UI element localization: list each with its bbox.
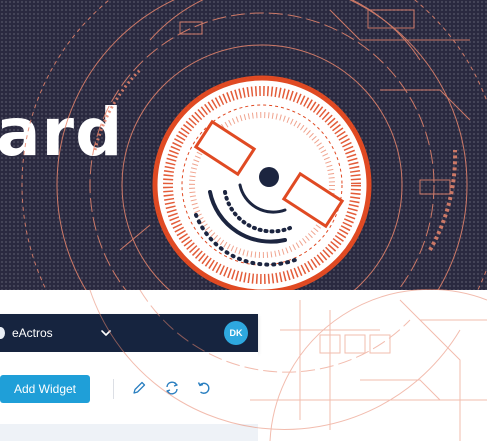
menu-handle[interactable]	[0, 327, 5, 339]
dashboard-toolbar: Add Widget	[0, 352, 258, 424]
chevron-down-icon	[101, 330, 111, 336]
top-navigation-bar: eActros DK	[0, 314, 258, 352]
workspace-name: eActros	[12, 326, 53, 340]
undo-icon[interactable]	[196, 380, 212, 396]
hero-banner: ard	[0, 0, 487, 290]
refresh-icon[interactable]	[164, 380, 180, 396]
toolbar-divider	[113, 379, 114, 399]
user-avatar[interactable]: DK	[224, 321, 248, 345]
dashboard-canvas	[0, 424, 258, 441]
add-widget-button[interactable]: Add Widget	[0, 375, 90, 403]
emblem-graphic	[21, 0, 487, 290]
workspace-dropdown[interactable]: eActros	[12, 320, 130, 346]
pencil-icon[interactable]	[131, 380, 147, 396]
